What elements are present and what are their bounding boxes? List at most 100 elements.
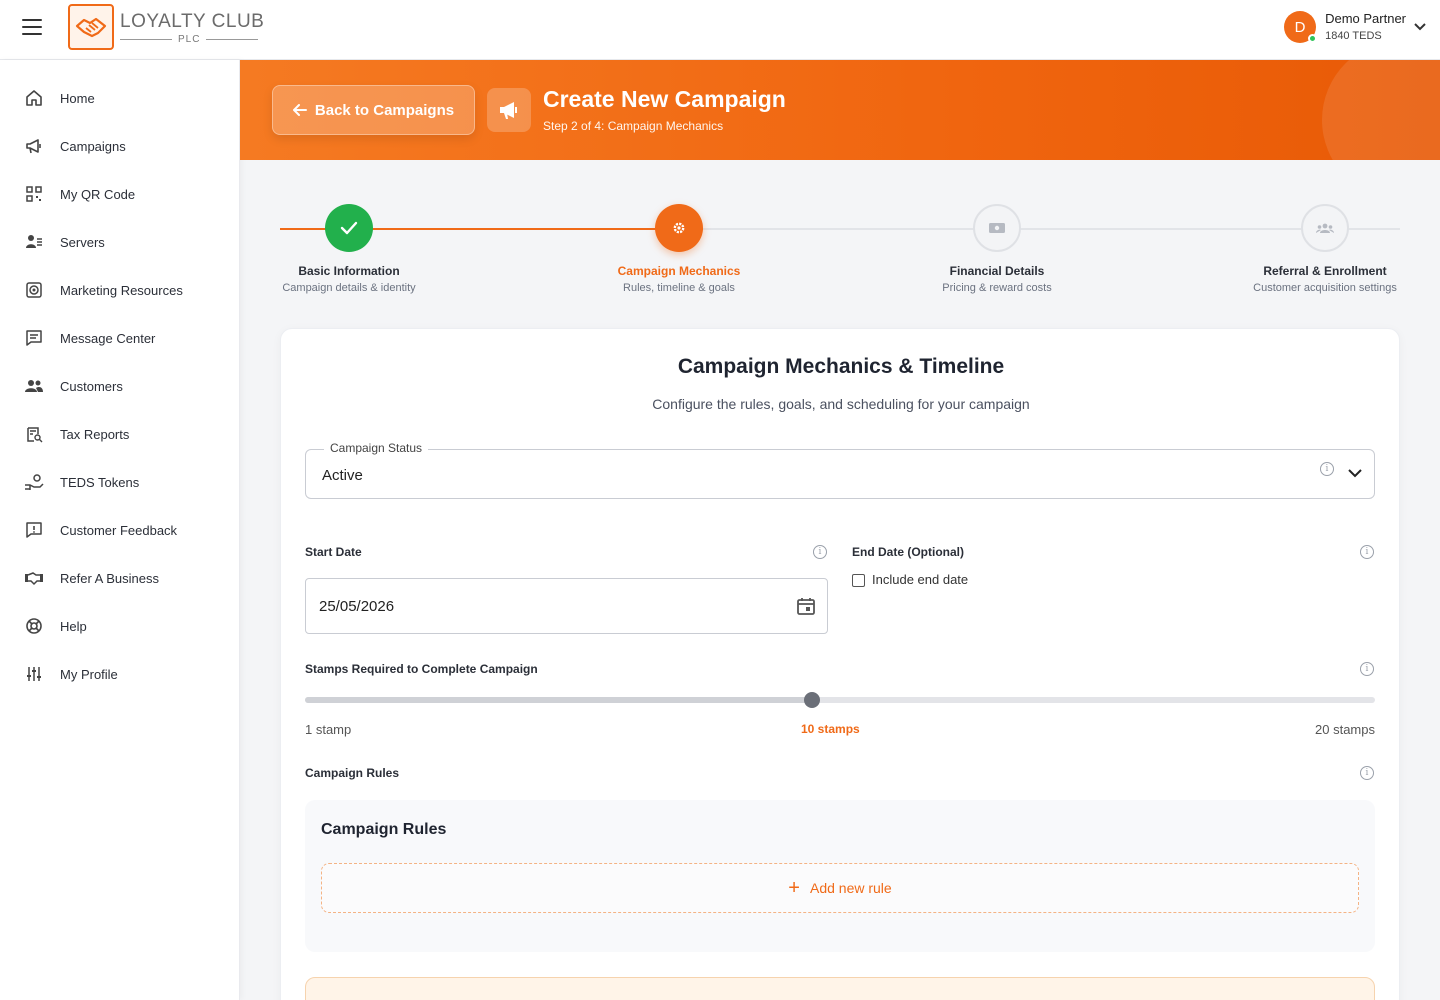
chevron-down-icon [1414, 23, 1426, 31]
sidebar-item-tax-reports[interactable]: Tax Reports [0, 414, 240, 454]
megaphone-icon [487, 88, 531, 132]
sliders-icon [24, 664, 44, 684]
add-new-rule-button[interactable]: + Add new rule [321, 863, 1359, 913]
step-title: Basic Information [298, 264, 400, 278]
logo[interactable]: LOYALTY CLUB PLC [68, 4, 264, 50]
plus-icon: + [788, 877, 800, 899]
brand-subtitle: PLC [178, 33, 201, 45]
start-date-value: 25/05/2026 [319, 598, 395, 615]
step-title: Campaign Mechanics [617, 264, 741, 278]
online-status-dot [1308, 34, 1318, 43]
main-content: Back to Campaigns Create New Campaign St… [240, 60, 1440, 1000]
stamps-current-value: 10 stamps [801, 722, 860, 736]
megaphone-icon [24, 136, 44, 156]
sidebar-item-marketing-resources[interactable]: Marketing Resources [0, 270, 240, 310]
customers-icon [24, 376, 44, 396]
sidebar-item-refer-a-business[interactable]: Refer A Business [0, 558, 240, 598]
handshake-icon [24, 568, 44, 588]
top-bar: LOYALTY CLUB PLC D Demo Partner 1840 TED… [0, 0, 1440, 60]
sidebar-item-label: Marketing Resources [60, 282, 183, 298]
arrow-left-icon [292, 104, 307, 116]
end-date-label: End Date (Optional) [852, 545, 964, 559]
step-subtitle: Campaign details & identity [282, 282, 416, 294]
sidebar-item-label: Message Center [60, 330, 156, 346]
page-subtitle: Step 2 of 4: Campaign Mechanics [543, 119, 724, 133]
group-icon [1301, 204, 1349, 252]
user-teds-balance: 1840 TEDS [1325, 30, 1382, 42]
slider-fill [305, 697, 812, 703]
step-financial-details[interactable]: Financial Details Pricing & reward costs [897, 204, 1097, 294]
stamps-slider[interactable] [305, 692, 1375, 708]
sidebar-item-label: My QR Code [60, 186, 136, 202]
home-icon [24, 88, 44, 108]
sidebar-item-campaigns[interactable]: Campaigns [0, 126, 240, 166]
sidebar-item-my-profile[interactable]: My Profile [0, 654, 240, 694]
back-button-label: Back to Campaigns [314, 101, 455, 119]
sidebar-item-label: Customer Feedback [60, 522, 178, 538]
feedback-icon [24, 520, 44, 540]
sidebar-item-label: TEDS Tokens [60, 474, 140, 490]
campaign-status-label: Campaign Status [324, 441, 429, 455]
step-subtitle: Pricing & reward costs [942, 282, 1052, 294]
step-campaign-mechanics[interactable]: Campaign Mechanics Rules, timeline & goa… [579, 204, 779, 294]
tax-report-icon [24, 424, 44, 444]
sidebar-item-label: Customers [60, 378, 123, 394]
sidebar-item-label: Help [60, 618, 87, 634]
info-icon[interactable]: i [1360, 662, 1374, 676]
sidebar-item-label: Home [60, 90, 95, 106]
campaign-rules-label: Campaign Rules [305, 766, 400, 780]
sidebar-item-label: Refer A Business [60, 570, 159, 586]
step-subtitle: Rules, timeline & goals [623, 282, 735, 294]
check-icon [325, 204, 373, 252]
start-date-label: Start Date [305, 545, 362, 559]
gear-icon [655, 204, 703, 252]
sidebar-item-teds-tokens[interactable]: TEDS Tokens [0, 462, 240, 502]
calendar-icon[interactable] [796, 596, 816, 616]
add-rule-label: Add new rule [809, 880, 892, 896]
sidebar-item-label: Campaigns [60, 138, 126, 154]
step-basic-information[interactable]: Basic Information Campaign details & ide… [249, 204, 449, 294]
info-icon[interactable]: i [813, 545, 827, 559]
info-icon[interactable]: i [1360, 766, 1374, 780]
tokens-icon [24, 472, 44, 492]
user-menu[interactable]: D Demo Partner 1840 TEDS [1284, 10, 1426, 44]
info-panel [305, 977, 1375, 1000]
info-icon[interactable]: i [1320, 462, 1334, 476]
stamps-required-label: Stamps Required to Complete Campaign [305, 662, 538, 676]
sidebar-item-label: Tax Reports [60, 426, 130, 442]
user-name: Demo Partner [1325, 11, 1406, 26]
include-end-date-label[interactable]: Include end date [872, 572, 968, 587]
step-title: Financial Details [949, 264, 1045, 278]
sidebar-item-label: My Profile [60, 666, 118, 682]
sidebar-item-customer-feedback[interactable]: Customer Feedback [0, 510, 240, 550]
sidebar: Home Campaigns My QR Code Servers Market… [0, 60, 240, 1000]
stamps-min-label: 1 stamp [305, 722, 352, 737]
sidebar-item-message-center[interactable]: Message Center [0, 318, 240, 358]
sidebar-item-servers[interactable]: Servers [0, 222, 240, 262]
handshake-logo-icon [68, 4, 114, 50]
section-title: Campaign Mechanics & Timeline [677, 355, 1005, 378]
step-subtitle: Customer acquisition settings [1253, 282, 1397, 294]
section-subtitle: Configure the rules, goals, and scheduli… [652, 396, 1030, 412]
sidebar-item-my-qr-code[interactable]: My QR Code [0, 174, 240, 214]
campaign-rules-title: Campaign Rules [321, 821, 447, 838]
money-icon [973, 204, 1021, 252]
sidebar-item-home[interactable]: Home [0, 78, 240, 118]
sidebar-item-help[interactable]: Help [0, 606, 240, 646]
lifebuoy-icon [24, 616, 44, 636]
back-to-campaigns-button[interactable]: Back to Campaigns [272, 85, 475, 135]
sidebar-item-customers[interactable]: Customers [0, 366, 240, 406]
page-header: Back to Campaigns Create New Campaign St… [240, 60, 1440, 160]
start-date-input[interactable]: 25/05/2026 [305, 578, 828, 634]
include-end-date-checkbox[interactable] [852, 574, 865, 587]
page-title: Create New Campaign [543, 86, 786, 112]
campaign-status-value: Active [322, 467, 363, 484]
info-icon[interactable]: i [1360, 545, 1374, 559]
servers-icon [24, 232, 44, 252]
menu-icon[interactable] [22, 19, 42, 35]
campaign-status-select[interactable]: Campaign Status Active i [305, 441, 1375, 499]
campaign-rules-panel: Campaign Rules + Add new rule [305, 800, 1375, 952]
qr-code-icon [24, 184, 44, 204]
slider-thumb[interactable] [803, 692, 820, 708]
step-referral-enrollment[interactable]: Referral & Enrollment Customer acquisiti… [1225, 204, 1425, 294]
